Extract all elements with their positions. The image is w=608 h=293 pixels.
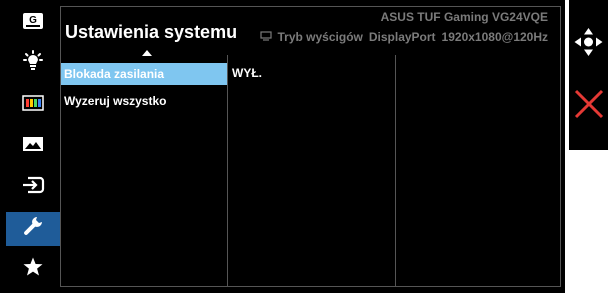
image-icon (22, 136, 44, 157)
sidebar: G (6, 6, 60, 287)
control-panel (569, 0, 608, 150)
input-select-icon (21, 175, 45, 200)
resolution-status: 1920x1080@120Hz (441, 30, 548, 44)
star-icon (22, 256, 44, 283)
settings-panel: Ustawienia systemu ASUS TUF Gaming VG24V… (60, 6, 561, 287)
column-divider-2 (395, 55, 396, 286)
monitor-model: ASUS TUF Gaming VG24VQE (380, 10, 548, 24)
monitor-mode-icon (259, 30, 272, 44)
status-row: Tryb wyścigów DisplayPort 1920x1080@120H… (259, 30, 548, 44)
sidebar-item-gameplus[interactable]: G (6, 6, 60, 40)
osd-window: G Ustawienia systemu ASUS TUF Gaming VG2… (0, 0, 565, 293)
brightness-icon (21, 49, 45, 79)
page-title: Ustawienia systemu (65, 22, 238, 42)
sidebar-item-system-setup[interactable] (6, 211, 60, 246)
close-icon[interactable] (573, 88, 605, 120)
wrench-icon (22, 215, 44, 242)
mode-status: Tryb wyścigów (277, 30, 363, 44)
sidebar-item-image[interactable] (6, 129, 60, 163)
svg-text:G: G (29, 15, 37, 26)
sidebar-item-favorite[interactable] (6, 253, 60, 287)
scroll-up-arrow-icon (142, 50, 152, 56)
sidebar-item-input-select[interactable] (6, 171, 60, 205)
menu-item-power-key-lock[interactable]: Blokada zasilania (61, 63, 227, 85)
sidebar-item-brightness[interactable] (6, 47, 60, 81)
sidebar-item-color[interactable] (6, 88, 60, 122)
five-way-navigation-icon[interactable] (569, 22, 608, 62)
column-divider-1 (227, 55, 228, 286)
gameplus-icon: G (22, 12, 44, 35)
color-icon (22, 95, 44, 116)
power-key-lock-value: WYŁ. (232, 66, 262, 80)
menu-item-reset-all[interactable]: Wyzeruj wszystko (61, 90, 227, 112)
input-status: DisplayPort (368, 30, 436, 44)
